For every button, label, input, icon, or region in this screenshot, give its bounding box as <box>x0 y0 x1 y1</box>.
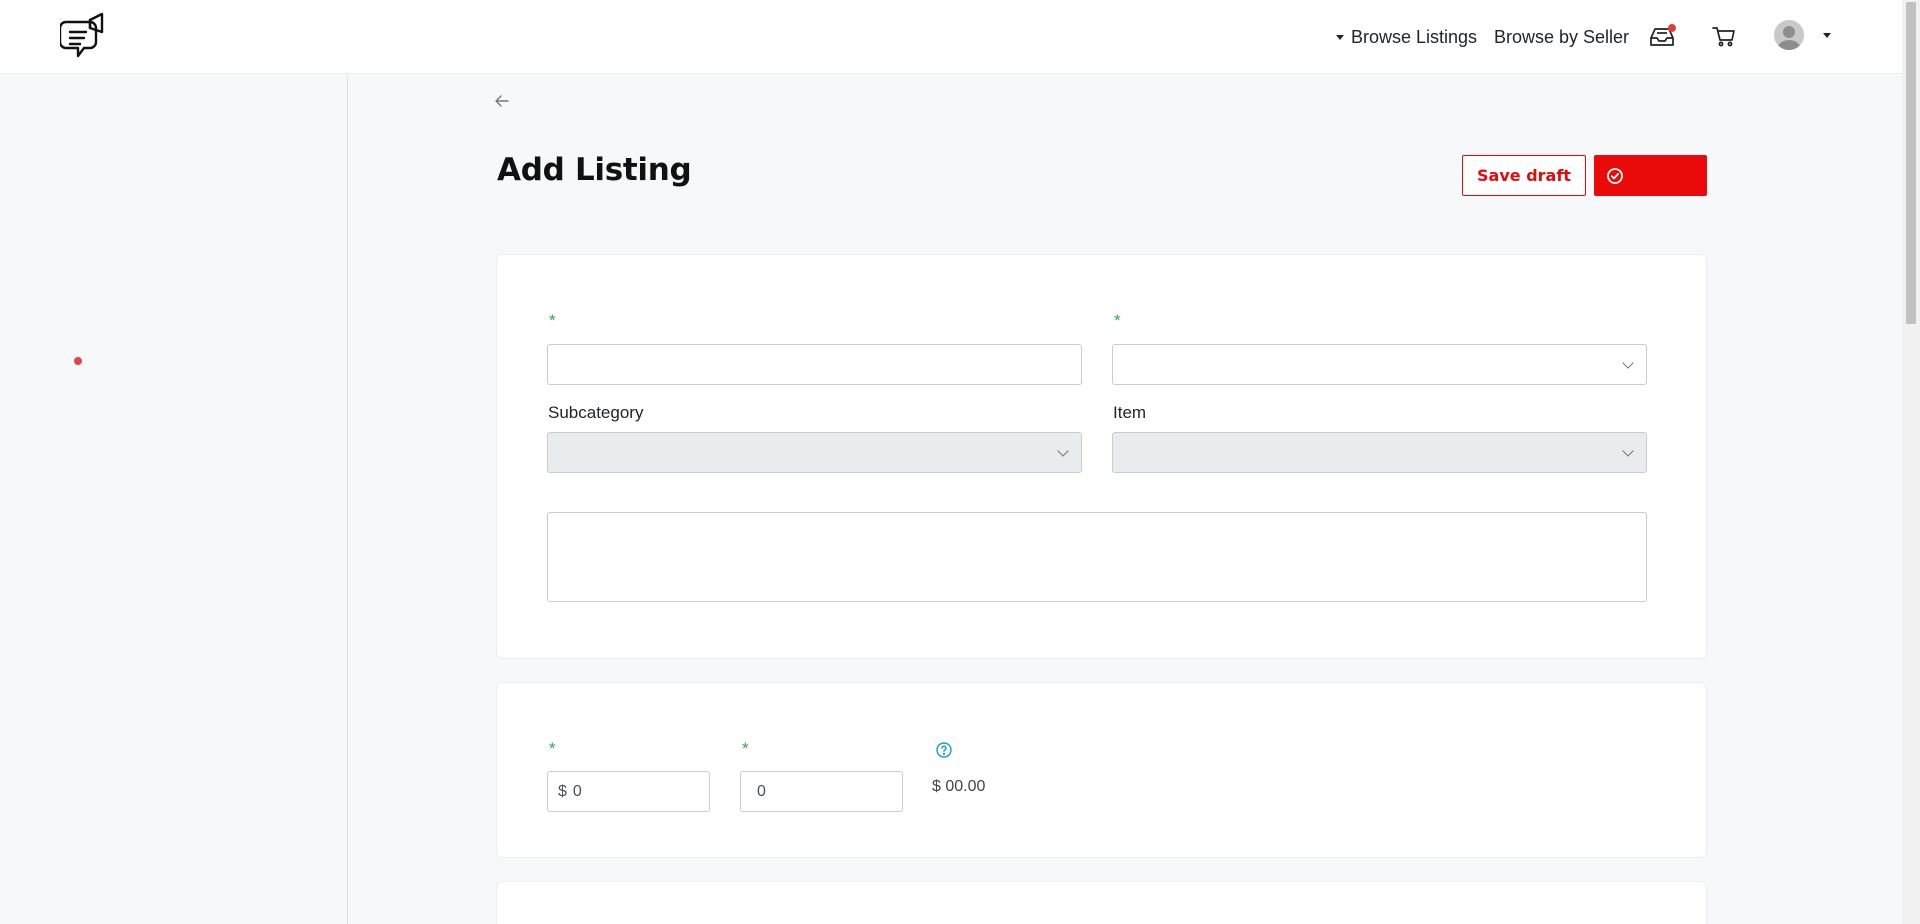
inbox-button[interactable] <box>1644 20 1680 54</box>
browse-by-seller-link[interactable]: Browse by Seller <box>1494 0 1629 74</box>
logo-icon[interactable] <box>58 10 110 64</box>
back-arrow-icon[interactable] <box>494 94 510 108</box>
item-select[interactable] <box>1112 432 1647 473</box>
help-icon[interactable] <box>936 742 952 758</box>
price-required-mark: * <box>549 739 556 758</box>
category-select[interactable] <box>1112 344 1647 385</box>
page-scrollbar[interactable] <box>1902 0 1920 924</box>
save-draft-button[interactable]: Save draft <box>1462 155 1586 196</box>
listing-details-card: * * Subcategory Item <box>496 254 1707 659</box>
status-dot <box>74 357 82 365</box>
quantity-required-mark: * <box>742 739 749 758</box>
title-required-mark: * <box>549 311 556 330</box>
subcategory-label: Subcategory <box>548 403 644 422</box>
check-circle-icon <box>1607 167 1623 184</box>
caret-down-icon <box>1336 34 1344 40</box>
chevron-down-icon <box>1622 445 1634 457</box>
browse-listings-menu[interactable]: Browse Listings <box>1336 0 1477 74</box>
sidebar <box>0 75 348 924</box>
item-label: Item <box>1113 403 1147 422</box>
total-amount: $ 00.00 <box>932 778 986 795</box>
subcategory-select[interactable] <box>547 432 1082 473</box>
page-title: Add Listing <box>497 152 692 188</box>
chevron-down-icon <box>1057 445 1069 457</box>
publish-button[interactable] <box>1594 155 1707 196</box>
account-caret-icon[interactable] <box>1823 33 1831 38</box>
user-icon <box>1777 26 1801 50</box>
scrollbar-thumb[interactable] <box>1906 2 1916 324</box>
additional-card <box>496 881 1707 924</box>
avatar[interactable] <box>1774 20 1804 50</box>
browse-by-seller-label[interactable]: Browse by Seller <box>1494 27 1629 48</box>
category-required-mark: * <box>1114 311 1121 330</box>
quantity-input[interactable]: 0 <box>740 771 903 812</box>
notification-dot <box>1668 24 1676 32</box>
price-value: 0 <box>572 782 582 800</box>
pricing-card: * $ 0 * 0 <box>496 682 1707 858</box>
top-navbar: Browse Listings Browse by Seller <box>0 0 1902 74</box>
description-textarea[interactable] <box>547 512 1647 602</box>
chevron-down-icon <box>1622 357 1634 369</box>
browse-listings-label[interactable]: Browse Listings <box>1351 27 1477 48</box>
cart-icon <box>1712 27 1735 47</box>
cart-button[interactable] <box>1706 20 1742 54</box>
currency-prefix: $ <box>558 782 567 800</box>
quantity-value: 0 <box>757 782 766 800</box>
title-input[interactable] <box>547 344 1082 385</box>
price-input[interactable]: $ 0 <box>547 771 710 812</box>
